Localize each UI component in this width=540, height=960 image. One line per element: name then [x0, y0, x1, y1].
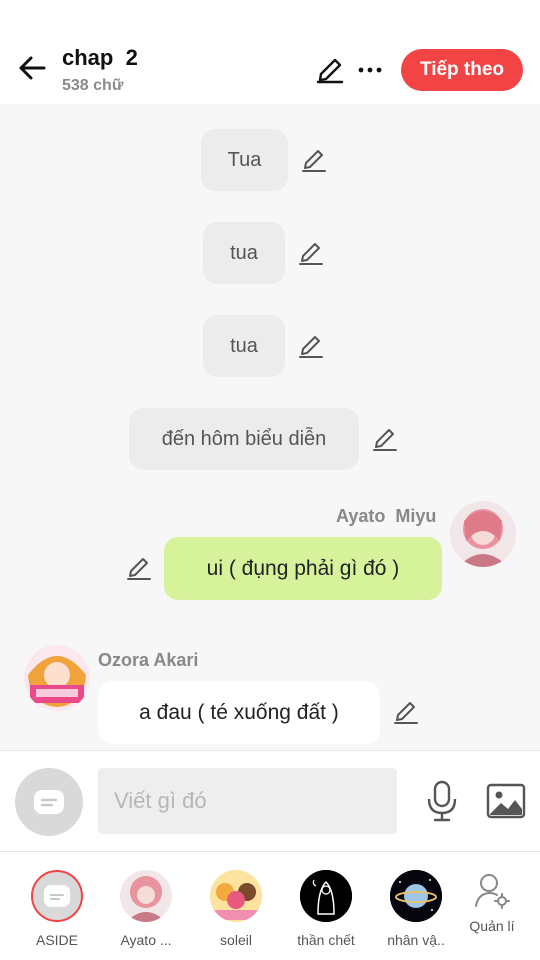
edit-message-icon[interactable]: [301, 147, 327, 173]
edit-message-icon[interactable]: [298, 240, 324, 266]
more-options-icon[interactable]: [356, 56, 384, 84]
edit-message-icon[interactable]: [126, 555, 152, 581]
character-soleil[interactable]: soleil: [200, 870, 272, 948]
aside-toggle-button[interactable]: [15, 768, 83, 836]
character-aside[interactable]: ASIDE: [21, 870, 93, 948]
character-label: soleil: [220, 932, 252, 948]
edit-icon[interactable]: [316, 56, 344, 84]
top-bar: chap 2 538 chữ Tiếp theo: [0, 0, 540, 104]
word-count: 538 chữ: [62, 77, 124, 94]
message-icon: [34, 790, 64, 814]
message-bubble[interactable]: a đau ( té xuống đất ): [98, 681, 380, 744]
character-nhan-vat[interactable]: nhân vậ..: [380, 870, 452, 948]
speaker-name: Ozora Akari: [98, 650, 199, 670]
composer-bar: [0, 750, 540, 852]
microphone-icon[interactable]: [424, 779, 460, 823]
narration-bubble[interactable]: tua: [203, 222, 285, 284]
user-settings-icon: [475, 874, 510, 909]
character-label: ASIDE: [35, 932, 78, 948]
message-icon: [31, 870, 83, 922]
character-label: nhân vậ..: [387, 932, 445, 948]
next-button[interactable]: Tiếp theo: [401, 49, 523, 91]
narration-bubble[interactable]: Tua: [201, 129, 288, 191]
narration-bubble[interactable]: tua: [203, 315, 285, 377]
speaker-name: Ayato Miyu: [336, 506, 437, 526]
avatar: [120, 870, 172, 922]
character-label: Ayato ...: [120, 932, 172, 948]
edit-message-icon[interactable]: [298, 333, 324, 359]
back-arrow-icon[interactable]: [16, 52, 48, 84]
edit-message-icon[interactable]: [372, 426, 398, 452]
message-bubble[interactable]: ui ( đụng phải gì đó ): [164, 537, 442, 600]
chapter-title: chap 2: [62, 45, 138, 70]
character-label: thần chết: [297, 932, 355, 948]
image-icon[interactable]: [486, 783, 526, 819]
character-bar: ASIDE Ayato ... soleil thần chết nhân vậ…: [0, 852, 540, 960]
edit-message-icon[interactable]: [393, 699, 419, 725]
character-than-chet[interactable]: thần chết: [290, 870, 362, 948]
avatar[interactable]: [450, 501, 516, 567]
avatar: [300, 870, 352, 922]
avatar[interactable]: [24, 645, 90, 711]
narration-bubble[interactable]: đến hôm biểu diễn: [129, 408, 359, 470]
avatar: [390, 870, 442, 922]
character-label: Quản lí: [469, 918, 515, 934]
avatar: [210, 870, 262, 922]
chat-area: Tua tua tua đến hôm biểu diễn Ayato Miyu…: [0, 104, 540, 750]
character-ayato[interactable]: Ayato ...: [110, 870, 182, 948]
manage-button[interactable]: Quản lí: [456, 870, 528, 934]
message-input[interactable]: [98, 768, 397, 834]
